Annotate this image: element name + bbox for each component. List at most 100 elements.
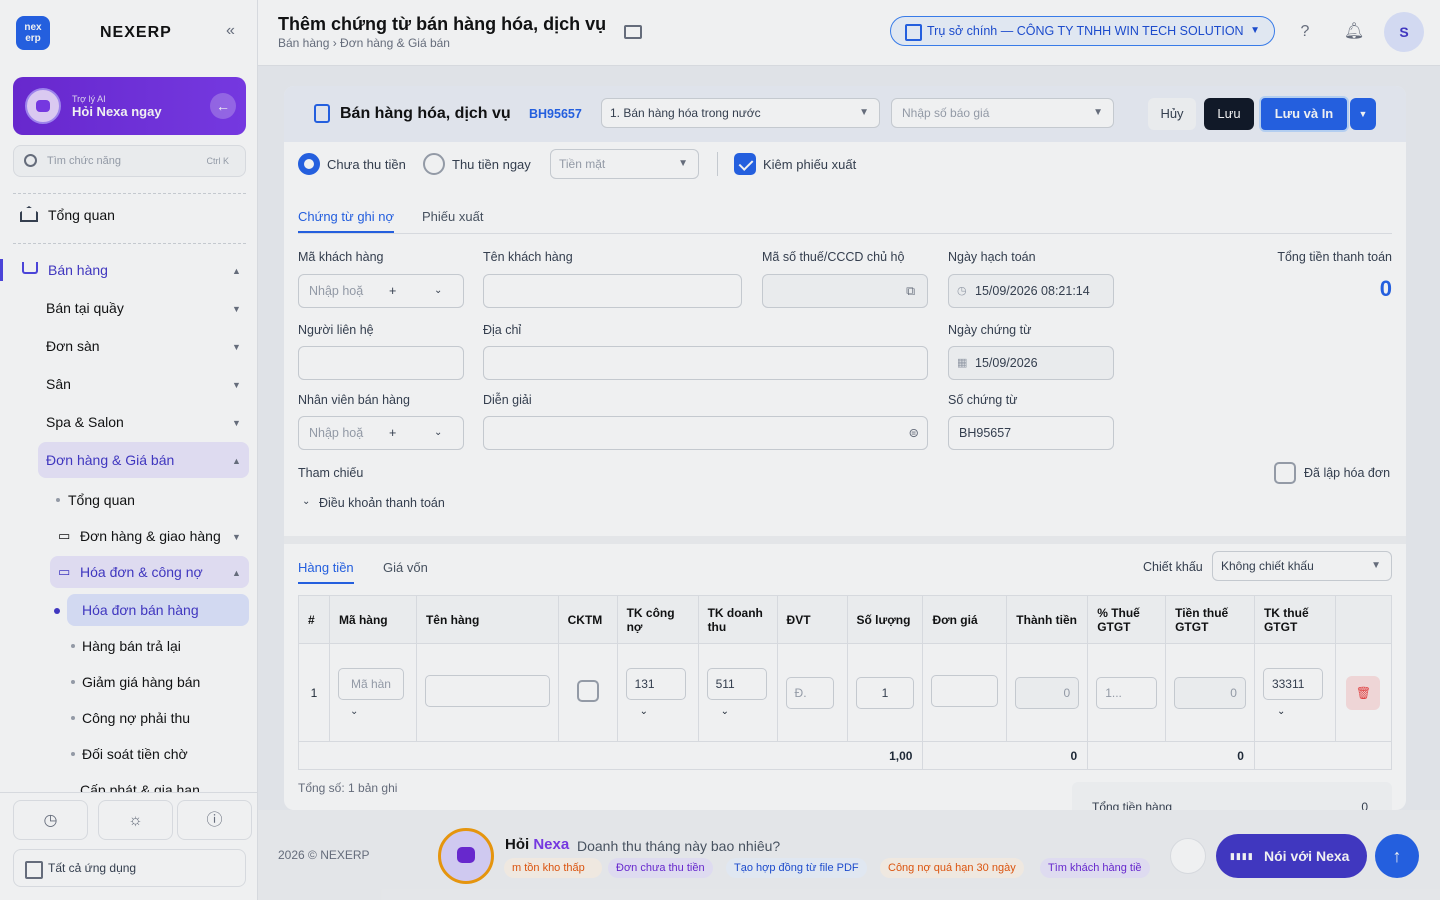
discount-select[interactable]: Không chiết khấu ▼ [1212, 551, 1392, 581]
all-apps-button[interactable]: Tất cả ứng dụng [13, 849, 246, 887]
customer-name-input[interactable] [483, 274, 742, 308]
template-icon[interactable]: ⊜ [909, 417, 919, 449]
paid-now-radio[interactable] [423, 153, 445, 175]
sidebar-item-sales[interactable]: Bán hàng [48, 262, 108, 278]
item-code-input[interactable]: Mã hàn [337, 668, 404, 700]
add-customer-icon[interactable]: + [389, 275, 396, 307]
sidebar-item-returns[interactable]: Hàng bán trả lại [82, 638, 181, 654]
chevron-down-icon[interactable]: ⌄ [707, 706, 769, 717]
help-icon[interactable]: ? [1287, 14, 1323, 50]
trash-icon[interactable]: 🗑︎ [1346, 675, 1381, 710]
save-button[interactable]: Lưu [1204, 98, 1254, 130]
invoiced-checkbox[interactable] [1274, 462, 1296, 484]
suggestion-chip-find-customer[interactable]: Tìm khách hàng tiề [1040, 858, 1150, 878]
vat-percent-select[interactable]: 1... [1096, 676, 1158, 709]
posting-date-input[interactable]: ◷ 15/09/2026 08:21:14 [948, 274, 1114, 308]
cancel-button[interactable]: Hủy [1148, 98, 1196, 130]
quantity-input[interactable]: 1 [855, 676, 915, 709]
sidebar-item-court[interactable]: Sân [46, 376, 71, 392]
collapse-sidebar-icon[interactable]: « [226, 22, 235, 40]
sidebar-item-sales-invoice[interactable]: Hóa đơn bán hàng [82, 602, 199, 618]
folder-icon[interactable] [624, 25, 642, 39]
info-icon[interactable]: ⓘ [177, 800, 252, 840]
item-name-cell[interactable] [415, 643, 559, 742]
sidebar-item-provision[interactable]: Cấp phát & gia hạn [80, 782, 200, 792]
app-logo[interactable]: nex erp [16, 16, 50, 50]
sidebar-item-orders-delivery[interactable]: Đơn hàng & giao hàng [80, 528, 221, 544]
chevron-down-icon[interactable]: ⌄ [1263, 706, 1327, 717]
copy-icon[interactable]: ⧉ [906, 275, 915, 307]
vat-amount-input[interactable]: 0 [1174, 676, 1246, 709]
unit-cell[interactable]: Đ. [776, 643, 848, 742]
chevron-down-icon[interactable]: ⌄ [434, 275, 442, 307]
payment-terms-toggle[interactable]: Điều khoản thanh toán [319, 496, 445, 510]
sale-type-select[interactable]: 1. Bán hàng hóa trong nước ▼ [601, 98, 880, 128]
vat-account-cell[interactable]: 33311 ⌄ [1253, 643, 1336, 742]
sidebar-item-marketplace[interactable]: Đơn sàn [46, 338, 100, 354]
sidebar-item-discounts[interactable]: Giảm giá hàng bán [82, 674, 200, 690]
vat-percent-cell[interactable]: 1... [1087, 643, 1167, 742]
sidebar-item-receivables[interactable]: Công nợ phải thu [82, 710, 190, 726]
quote-number-select[interactable]: Nhập số báo giá ▼ [891, 98, 1114, 128]
description-input[interactable]: ⊜ [483, 416, 928, 450]
amount-cell[interactable]: 0 [1006, 643, 1089, 742]
address-input[interactable] [483, 346, 928, 380]
tab-goods[interactable]: Hàng tiền [298, 560, 354, 584]
suggestion-chip-overdue-debt[interactable]: Công nợ quá hạn 30 ngày [880, 858, 1024, 878]
trade-discount-checkbox[interactable] [576, 680, 599, 702]
debt-account-input[interactable]: 131 [625, 668, 686, 700]
tab-export-slip[interactable]: Phiếu xuất [422, 209, 483, 224]
nexa-question-input[interactable]: Doanh thu tháng này bao nhiêu? [577, 838, 780, 854]
breadcrumb[interactable]: Bán hàng › Đơn hàng & Giá bán [278, 36, 450, 50]
sidebar-item-invoices-debt[interactable]: Hóa đơn & công nợ [80, 564, 203, 580]
revenue-account-cell[interactable]: 511 ⌄ [697, 643, 778, 742]
suggestion-chip-unpaid-orders[interactable]: Đơn chưa thu tiền [608, 858, 713, 878]
save-options-chevron-icon[interactable]: ▼ [1350, 98, 1376, 130]
search-input[interactable]: Tìm chức năng [47, 155, 121, 167]
suggestion-chip-contract-pdf[interactable]: Tạo hợp đồng từ file PDF [726, 858, 867, 878]
doc-number-input[interactable]: BH95657 [948, 416, 1114, 450]
chevron-down-icon[interactable]: ⌄ [434, 417, 442, 449]
trade-discount-cell[interactable] [557, 643, 618, 742]
item-name-input[interactable] [424, 675, 550, 707]
unit-price-input[interactable] [931, 675, 999, 707]
nexa-avatar-icon[interactable] [438, 828, 494, 884]
unit-select[interactable]: Đ. [785, 676, 834, 709]
tab-debt-document[interactable]: Chứng từ ghi nợ [298, 209, 395, 233]
arrow-left-icon[interactable]: ← [210, 93, 236, 119]
payment-method-select[interactable]: Tiền mặt ▼ [550, 149, 699, 179]
contact-input[interactable] [298, 346, 464, 380]
doc-date-input[interactable]: ▦ 15/09/2026 [948, 346, 1114, 380]
sidebar-item-spa[interactable]: Spa & Salon [46, 414, 124, 430]
quantity-cell[interactable]: 1 [846, 643, 924, 742]
attach-icon[interactable] [1170, 838, 1206, 874]
theme-icon[interactable]: ☼ [98, 800, 173, 840]
add-salesperson-icon[interactable]: + [389, 417, 396, 449]
tab-cost[interactable]: Giá vốn [383, 560, 428, 575]
with-export-checkbox[interactable] [734, 153, 756, 175]
ai-assistant-card[interactable]: Trợ lý AI Hỏi Nexa ngay ← [13, 77, 246, 135]
suggestion-chip-low-stock[interactable]: m tồn kho thấp [504, 858, 602, 878]
amount-input[interactable]: 0 [1015, 676, 1080, 709]
debt-account-cell[interactable]: 131 ⌄ [616, 643, 699, 742]
tax-id-input[interactable]: ⧉ [762, 274, 928, 308]
customer-code-input[interactable]: Nhập hoặ + ⌄ [298, 274, 464, 308]
unpaid-radio[interactable] [298, 153, 320, 175]
arrow-up-icon[interactable]: ↑ [1375, 834, 1419, 878]
chevron-down-icon[interactable]: ⌄ [626, 706, 690, 717]
sidebar-item-reconcile[interactable]: Đối soát tiền chờ [82, 746, 188, 762]
user-avatar[interactable]: S [1384, 12, 1424, 52]
unit-price-cell[interactable] [922, 643, 1008, 742]
vat-account-input[interactable]: 33311 [1262, 668, 1323, 700]
function-search[interactable]: Tìm chức năng Ctrl K [13, 145, 246, 177]
salesperson-input[interactable]: Nhập hoặ + ⌄ [298, 416, 464, 450]
chevron-down-icon[interactable]: ⌄ [302, 496, 310, 507]
history-icon[interactable]: ◷ [13, 800, 88, 840]
item-code-cell[interactable]: Mã hàn ⌄ [328, 643, 417, 742]
sidebar-item-counter[interactable]: Bán tại quầy [46, 300, 124, 316]
sidebar-item-sub-overview[interactable]: Tổng quan [68, 492, 135, 508]
vat-amount-cell[interactable]: 0 [1165, 643, 1255, 742]
chevron-down-icon[interactable]: ⌄ [338, 706, 408, 717]
revenue-account-input[interactable]: 511 [706, 668, 767, 700]
sidebar-item-overview[interactable]: Tổng quan [48, 207, 115, 223]
